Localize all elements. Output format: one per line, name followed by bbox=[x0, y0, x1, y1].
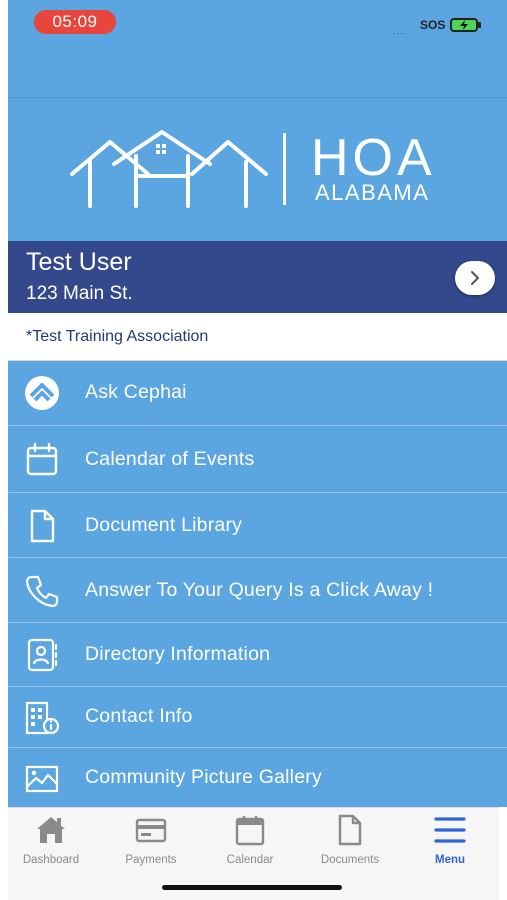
document-icon bbox=[338, 814, 362, 846]
contact-card-icon bbox=[27, 638, 58, 672]
user-profile-card[interactable]: Test User 123 Main St. bbox=[8, 241, 507, 313]
app-screen: 05:09 .... SOS HOA ALABAMA Test User 123… bbox=[0, 0, 507, 900]
menu-item-document-library[interactable]: Document Library bbox=[8, 493, 507, 558]
hoa-logo-banner: HOA ALABAMA bbox=[8, 98, 507, 241]
user-name: Test User bbox=[26, 248, 132, 276]
houses-logo-icon bbox=[70, 130, 268, 208]
calendar-icon bbox=[26, 442, 58, 476]
tab-label: Dashboard bbox=[22, 854, 80, 866]
logo-divider bbox=[283, 133, 286, 205]
menu-item-label: Ask Cephai bbox=[85, 381, 187, 403]
battery-charging-icon bbox=[450, 18, 478, 32]
association-name: *Test Training Association bbox=[26, 328, 209, 345]
calendar-icon bbox=[235, 816, 265, 846]
chevron-right-icon bbox=[471, 271, 479, 285]
cellular-signal-icon: .... bbox=[393, 26, 408, 36]
logo-title: HOA bbox=[311, 129, 436, 187]
menu-item-directory-information[interactable]: Directory Information bbox=[8, 623, 507, 687]
menu-item-label: Answer To Your Query Is a Click Away ! bbox=[85, 579, 434, 601]
menu-item-contact-info[interactable]: Contact Info bbox=[8, 687, 507, 748]
menu-item-calendar-of-events[interactable]: Calendar of Events bbox=[8, 426, 507, 493]
header-bar bbox=[8, 46, 507, 98]
menu-item-label: Document Library bbox=[85, 514, 243, 536]
tab-menu[interactable]: Menu bbox=[405, 814, 495, 874]
menu-item-community-picture-gallery[interactable]: Community Picture Gallery bbox=[8, 748, 507, 807]
profile-next-button[interactable] bbox=[455, 261, 495, 295]
tab-label: Payments bbox=[125, 854, 177, 866]
menu-item-label: Calendar of Events bbox=[85, 448, 255, 470]
home-icon bbox=[37, 817, 65, 843]
home-indicator[interactable] bbox=[162, 885, 342, 890]
menu-item-answer-query[interactable]: Answer To Your Query Is a Click Away ! bbox=[8, 558, 507, 623]
screen-edge bbox=[499, 807, 507, 900]
tab-dashboard[interactable]: Dashboard bbox=[6, 814, 96, 874]
menu-item-label: Contact Info bbox=[85, 705, 193, 727]
menu-item-ask-cephai[interactable]: Ask Cephai bbox=[8, 361, 507, 426]
building-info-icon bbox=[25, 701, 60, 735]
tab-label: Documents bbox=[320, 854, 380, 866]
tab-documents[interactable]: Documents bbox=[305, 814, 395, 874]
menu-item-label: Community Picture Gallery bbox=[85, 766, 322, 788]
logo-subtitle: ALABAMA bbox=[315, 180, 430, 205]
tab-label: Menu bbox=[434, 854, 466, 866]
screen-edge bbox=[0, 0, 8, 900]
cephai-logo-icon bbox=[25, 376, 59, 410]
image-gallery-icon bbox=[25, 765, 59, 793]
menu-item-label: Directory Information bbox=[85, 643, 271, 665]
hamburger-menu-icon bbox=[434, 817, 466, 843]
user-address: 123 Main St. bbox=[26, 283, 133, 304]
main-menu-list: Ask Cephai Calendar of Events Document L… bbox=[8, 361, 507, 807]
document-icon bbox=[30, 509, 55, 543]
association-row[interactable]: *Test Training Association bbox=[8, 313, 507, 361]
status-time: 05:09 bbox=[34, 10, 116, 34]
tab-payments[interactable]: Payments bbox=[106, 814, 196, 874]
credit-card-icon bbox=[135, 818, 167, 843]
battery-nub bbox=[478, 22, 481, 28]
tab-calendar[interactable]: Calendar bbox=[205, 814, 295, 874]
tab-label: Calendar bbox=[226, 854, 274, 866]
sos-indicator: SOS bbox=[420, 18, 446, 32]
phone-icon bbox=[25, 575, 59, 608]
